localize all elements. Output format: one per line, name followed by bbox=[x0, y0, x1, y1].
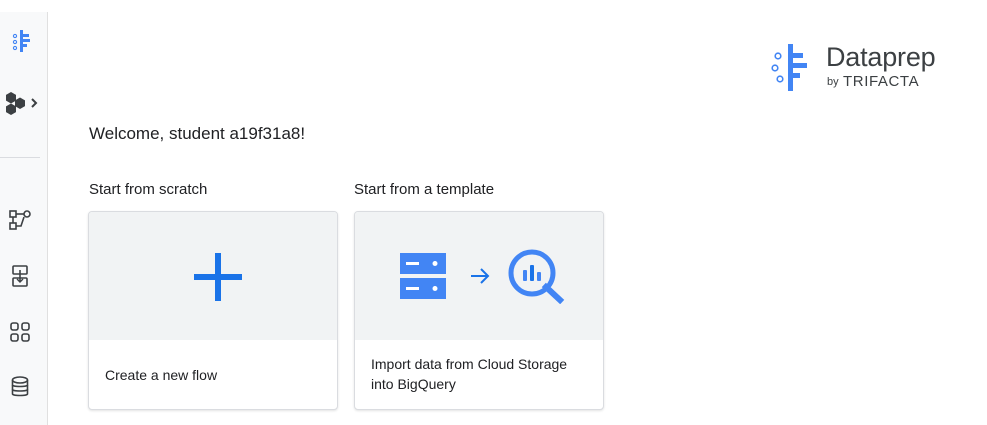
create-flow-label: Create a new flow bbox=[105, 367, 218, 383]
template-card-gcs-to-bigquery[interactable]: Import data from Cloud Storage into BigQ… bbox=[354, 211, 604, 410]
card-illustration bbox=[355, 212, 603, 340]
sidebar-item-jobs[interactable] bbox=[6, 262, 34, 290]
sidebar-item-plans[interactable] bbox=[6, 318, 34, 346]
project-switcher-icon bbox=[6, 92, 38, 115]
logo-by-label: by bbox=[827, 76, 839, 88]
sidebar-item-library[interactable] bbox=[6, 373, 34, 401]
plus-icon bbox=[194, 253, 242, 301]
flow-icon bbox=[9, 210, 31, 230]
template-label-line2: into BigQuery bbox=[371, 376, 456, 392]
sidebar-item-home[interactable] bbox=[6, 26, 36, 56]
grid-icon bbox=[10, 322, 30, 342]
card-illustration bbox=[89, 212, 337, 340]
dataprep-logo-icon bbox=[12, 30, 30, 52]
welcome-message: Welcome, student a19f31a8! bbox=[89, 124, 306, 143]
bigquery-icon bbox=[508, 249, 565, 304]
product-name: Dataprep bbox=[826, 42, 936, 72]
dataprep-logo: Dataprep by TRIFACTA bbox=[770, 42, 960, 94]
scratch-heading: Start from scratch bbox=[89, 181, 208, 198]
template-heading: Start from a template bbox=[354, 181, 495, 198]
vendor-name: TRIFACTA bbox=[843, 73, 920, 90]
dataprep-logo-icon bbox=[771, 44, 807, 91]
create-flow-card[interactable]: Create a new flow bbox=[88, 211, 338, 410]
template-label: Import data from Cloud Storage into BigQ… bbox=[371, 354, 567, 394]
cloud-storage-icon bbox=[400, 253, 446, 299]
template-label-line1: Import data from Cloud Storage bbox=[371, 356, 568, 372]
app-root: Dataprep by TRIFACTA Welcome, student a1… bbox=[0, 0, 987, 425]
arrow-right-icon bbox=[471, 268, 490, 284]
database-icon bbox=[11, 376, 29, 397]
job-icon bbox=[12, 265, 28, 287]
sidebar-item-flows[interactable] bbox=[6, 206, 34, 234]
sidebar-item-projects[interactable] bbox=[2, 86, 42, 120]
sidebar-divider bbox=[0, 157, 40, 158]
left-sidebar bbox=[0, 12, 48, 425]
